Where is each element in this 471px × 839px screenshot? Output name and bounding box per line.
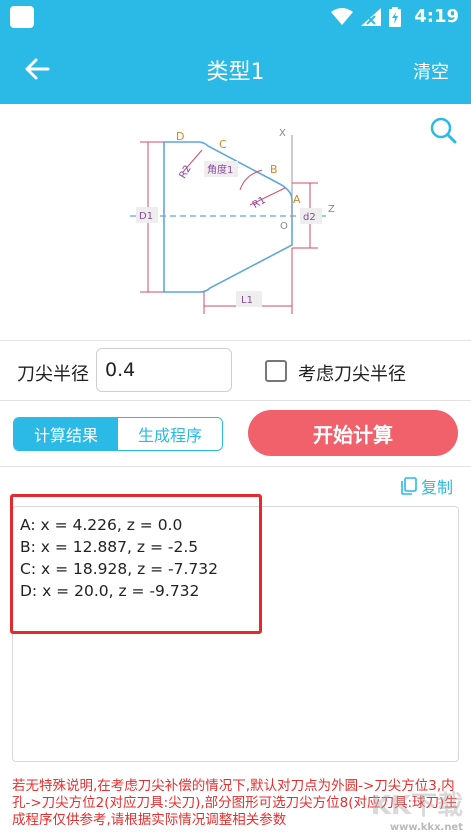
profile-diagram: D C B A O X Z D1 d2 L1 角度1 R1 R2 bbox=[0, 104, 471, 340]
point-c-label: C bbox=[219, 138, 227, 151]
consider-radius-checkbox[interactable] bbox=[265, 360, 287, 382]
tool-radius-input[interactable] bbox=[96, 348, 232, 392]
r2-label: R2 bbox=[178, 164, 194, 181]
clear-button[interactable]: 清空 bbox=[413, 58, 449, 84]
annotation-highlight-box bbox=[10, 494, 262, 634]
point-d-label: D bbox=[176, 130, 184, 143]
copy-icon bbox=[401, 477, 417, 495]
status-bar: 4:19 bbox=[0, 0, 471, 34]
point-a-label: A bbox=[293, 193, 301, 206]
l1-label: L1 bbox=[241, 295, 253, 306]
copy-button[interactable]: 复制 bbox=[401, 474, 453, 498]
origin-label: O bbox=[280, 221, 288, 232]
status-icons bbox=[331, 7, 401, 27]
copy-label: 复制 bbox=[420, 478, 453, 497]
site-watermark: KK下载 www.kkx.net bbox=[371, 785, 463, 833]
tab-result[interactable]: 计算结果 bbox=[14, 418, 118, 450]
divider-middle bbox=[0, 400, 471, 401]
d2-label: d2 bbox=[303, 212, 316, 223]
angle-label: 角度1 bbox=[207, 163, 233, 176]
divider-top bbox=[0, 340, 471, 341]
tab-program[interactable]: 生成程序 bbox=[118, 418, 222, 450]
app-bar: 类型1 清空 bbox=[0, 34, 471, 104]
app-notification-icon bbox=[10, 6, 34, 28]
diagram-drawing: D C B A O X Z D1 d2 L1 角度1 R1 R2 bbox=[130, 128, 335, 314]
point-b-label: B bbox=[270, 163, 278, 176]
consider-radius-label: 考虑刀尖半径 bbox=[298, 364, 406, 385]
watermark-url: www.kkx.net bbox=[389, 822, 463, 833]
tool-radius-label: 刀尖半径 bbox=[17, 364, 89, 385]
watermark-main: KK下载 bbox=[370, 791, 463, 821]
d1-label: D1 bbox=[139, 211, 153, 222]
divider-bottom bbox=[0, 466, 471, 467]
signal-icon bbox=[361, 8, 381, 26]
start-calculation-button[interactable]: 开始计算 bbox=[248, 410, 458, 456]
x-axis-label: X bbox=[279, 128, 286, 139]
wifi-icon bbox=[331, 8, 353, 25]
battery-icon bbox=[389, 7, 401, 27]
status-time: 4:19 bbox=[414, 6, 459, 27]
z-axis-label: Z bbox=[328, 204, 335, 215]
result-tabs: 计算结果 生成程序 bbox=[13, 417, 223, 451]
page-title: 类型1 bbox=[206, 60, 265, 85]
